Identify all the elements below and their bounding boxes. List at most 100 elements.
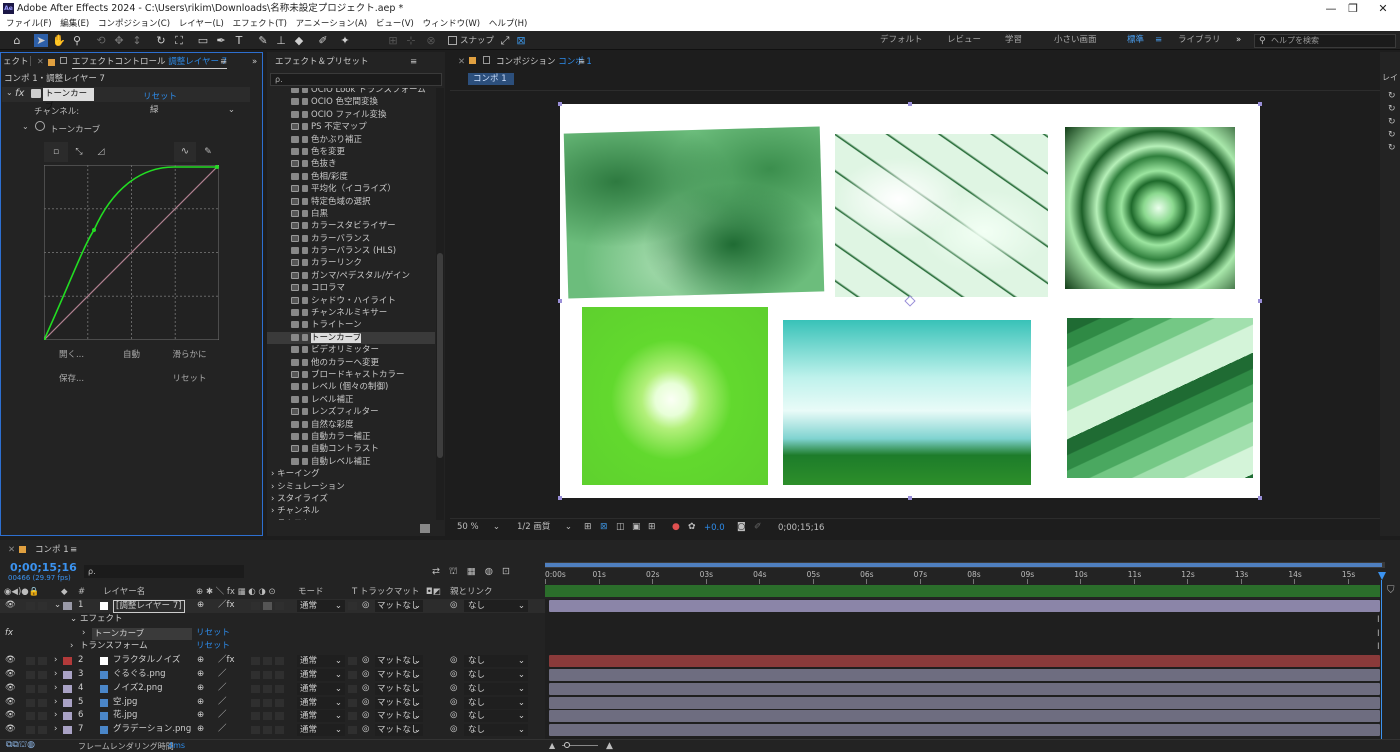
effect-category[interactable]: › スタイライズ: [267, 493, 435, 505]
curve-size-small-icon[interactable]: ▫: [44, 142, 68, 162]
eraser-tool-icon[interactable]: ◆: [292, 34, 306, 47]
color-management-icon[interactable]: ✿: [688, 522, 696, 532]
motion-blur-switch[interactable]: [251, 712, 260, 721]
clone-stamp-icon[interactable]: ⊥: [274, 34, 288, 47]
bbox-handle-r[interactable]: [1258, 299, 1262, 303]
motion-blur-switch[interactable]: [251, 657, 260, 666]
workspace-library[interactable]: ライブラリ: [1178, 31, 1221, 50]
menu-edit[interactable]: 編集(E): [60, 19, 89, 29]
workspace-default[interactable]: デフォルト: [880, 31, 923, 50]
matte-pickwhip-icon[interactable]: ◎: [362, 709, 369, 723]
fast-preview-icon[interactable]: ⊞: [584, 522, 592, 532]
timeline-timecode[interactable]: 0;00;15;16: [10, 561, 77, 574]
exposure-value[interactable]: +0.0: [704, 523, 725, 533]
shy-switch-icon[interactable]: ⊕: [197, 696, 204, 710]
quality-switch-icon[interactable]: ／fx: [218, 654, 235, 668]
effect-list-item[interactable]: ブロードキャストカラー: [267, 369, 435, 381]
visibility-eye-icon[interactable]: 👁: [5, 682, 16, 696]
effect-category[interactable]: › シミュレーション: [267, 481, 435, 493]
layer-name[interactable]: 空.jpg: [113, 696, 137, 710]
preserve-transparency-switch[interactable]: [348, 712, 357, 721]
world-axis-icon[interactable]: ⊗: [424, 34, 438, 47]
parent-dropdown[interactable]: なし ⌄: [464, 710, 528, 723]
lock-switch[interactable]: [38, 698, 47, 707]
comp-lock-icon[interactable]: [483, 56, 490, 64]
adjustment-switch[interactable]: [263, 657, 272, 666]
solo-switch[interactable]: [26, 657, 35, 666]
label-color-swatch[interactable]: [63, 671, 72, 679]
effect-category[interactable]: › キーイング: [267, 468, 435, 480]
layer-duration-bar[interactable]: [549, 600, 1380, 612]
preserve-transparency-switch[interactable]: [348, 602, 357, 610]
parent-pickwhip-icon[interactable]: ◎: [450, 668, 457, 682]
mode-dropdown[interactable]: 通常 ⌄: [297, 696, 345, 709]
effect-list-item[interactable]: カラースタビライザー: [267, 220, 435, 232]
workspace-learn[interactable]: 学習: [1005, 31, 1022, 50]
timeline-switch-icons[interactable]: ⇄ ⛫ ▦ ◍ ⊡: [432, 566, 510, 578]
left-tab-effects[interactable]: ェクト: [3, 55, 29, 69]
right-panel-tab[interactable]: レイ: [1382, 72, 1398, 83]
property-effect-name[interactable]: トーンカーブ: [92, 627, 192, 640]
zoom-in-icon[interactable]: ▲: [606, 741, 613, 751]
visibility-eye-icon[interactable]: 👁: [5, 696, 16, 710]
effect-list-item[interactable]: 色を変更: [267, 146, 435, 158]
keyframe-nav-icon[interactable]: I: [1377, 629, 1380, 639]
effect-list-item[interactable]: OCIO ファイル変換: [267, 109, 435, 121]
curve-size-medium-icon[interactable]: ⤡: [68, 142, 90, 162]
solo-switch[interactable]: [26, 698, 35, 707]
snapshot-icon[interactable]: ◙: [737, 522, 746, 532]
preserve-transparency-switch[interactable]: [348, 671, 357, 679]
layer-duration-bar[interactable]: [549, 710, 1380, 723]
effect-list-item[interactable]: カラーリンク: [267, 257, 435, 269]
more-workspaces-icon[interactable]: »: [1236, 31, 1241, 50]
effect-list-item[interactable]: 色抜き: [267, 158, 435, 170]
brush-tool-icon[interactable]: ✎: [256, 34, 270, 47]
solo-switch[interactable]: [26, 726, 35, 735]
lock-icon[interactable]: [60, 57, 67, 64]
snap-options-icon[interactable]: ⤢: [498, 34, 512, 47]
3d-switch[interactable]: [275, 698, 284, 707]
quality-switch-icon[interactable]: ／: [218, 709, 227, 723]
effect-list-item[interactable]: カラーバランス: [267, 233, 435, 245]
bbox-handle-l[interactable]: [558, 299, 562, 303]
comp-viewer-tab[interactable]: コンポ 1: [468, 73, 514, 85]
comp-marker-icon[interactable]: ⛉: [1387, 585, 1399, 599]
quality-switch-icon[interactable]: ／: [218, 682, 227, 696]
mask-visibility-icon[interactable]: ◫: [616, 522, 625, 532]
effect-list-item[interactable]: ガンマ/ペデスタル/ゲイン: [267, 270, 435, 282]
trackmatte-dropdown[interactable]: マットなし ⌄: [375, 655, 423, 668]
mode-dropdown[interactable]: 通常 ⌄: [297, 600, 345, 612]
solo-switch[interactable]: [26, 684, 35, 693]
parent-dropdown[interactable]: なし ⌄: [464, 724, 528, 737]
layer-duration-bar[interactable]: [549, 682, 1380, 695]
menu-window[interactable]: ウィンドウ(W): [423, 19, 481, 29]
expand-chevron-icon[interactable]: ›: [70, 640, 73, 654]
preserve-transparency-switch[interactable]: [348, 684, 357, 693]
work-area-bar[interactable]: [545, 563, 1382, 567]
expand-chevron-icon[interactable]: ›: [82, 627, 85, 641]
workspace-review[interactable]: レビュー: [947, 31, 981, 50]
effect-list-item[interactable]: トーンカーブ: [267, 331, 435, 345]
effect-list-item[interactable]: 色かぶり補正: [267, 134, 435, 146]
mode-dropdown[interactable]: 通常 ⌄: [297, 724, 345, 737]
menu-file[interactable]: ファイル(F): [6, 19, 52, 29]
3d-switch[interactable]: [275, 684, 284, 693]
menu-animation[interactable]: アニメーション(A): [296, 19, 368, 29]
curve-collapse-icon[interactable]: ⌄: [22, 122, 29, 131]
effect-reset-link[interactable]: リセット: [143, 90, 177, 102]
shy-switch-icon[interactable]: ⊕: [197, 654, 204, 668]
layer-name[interactable]: フラクタルノイズ: [113, 654, 180, 668]
motion-blur-switch[interactable]: [251, 671, 260, 679]
stopwatch-icon[interactable]: [35, 121, 45, 131]
roto-brush-icon[interactable]: ✐: [316, 34, 330, 47]
close-button[interactable]: ✕: [1360, 0, 1400, 17]
parent-pickwhip-icon[interactable]: ◎: [450, 682, 457, 696]
menu-view[interactable]: ビュー(V): [376, 19, 414, 29]
3d-switch[interactable]: [275, 712, 284, 721]
timeline-close-icon[interactable]: ✕: [8, 543, 15, 557]
curve-smooth-button[interactable]: 滑らかに: [162, 346, 217, 364]
shy-switch-icon[interactable]: ⊕: [197, 599, 204, 613]
property-group-row[interactable]: › トランスフォーム リセット: [0, 640, 545, 654]
effect-list-item[interactable]: 特定色域の選択: [267, 196, 435, 208]
pen-tool-icon[interactable]: ✒: [214, 34, 228, 47]
